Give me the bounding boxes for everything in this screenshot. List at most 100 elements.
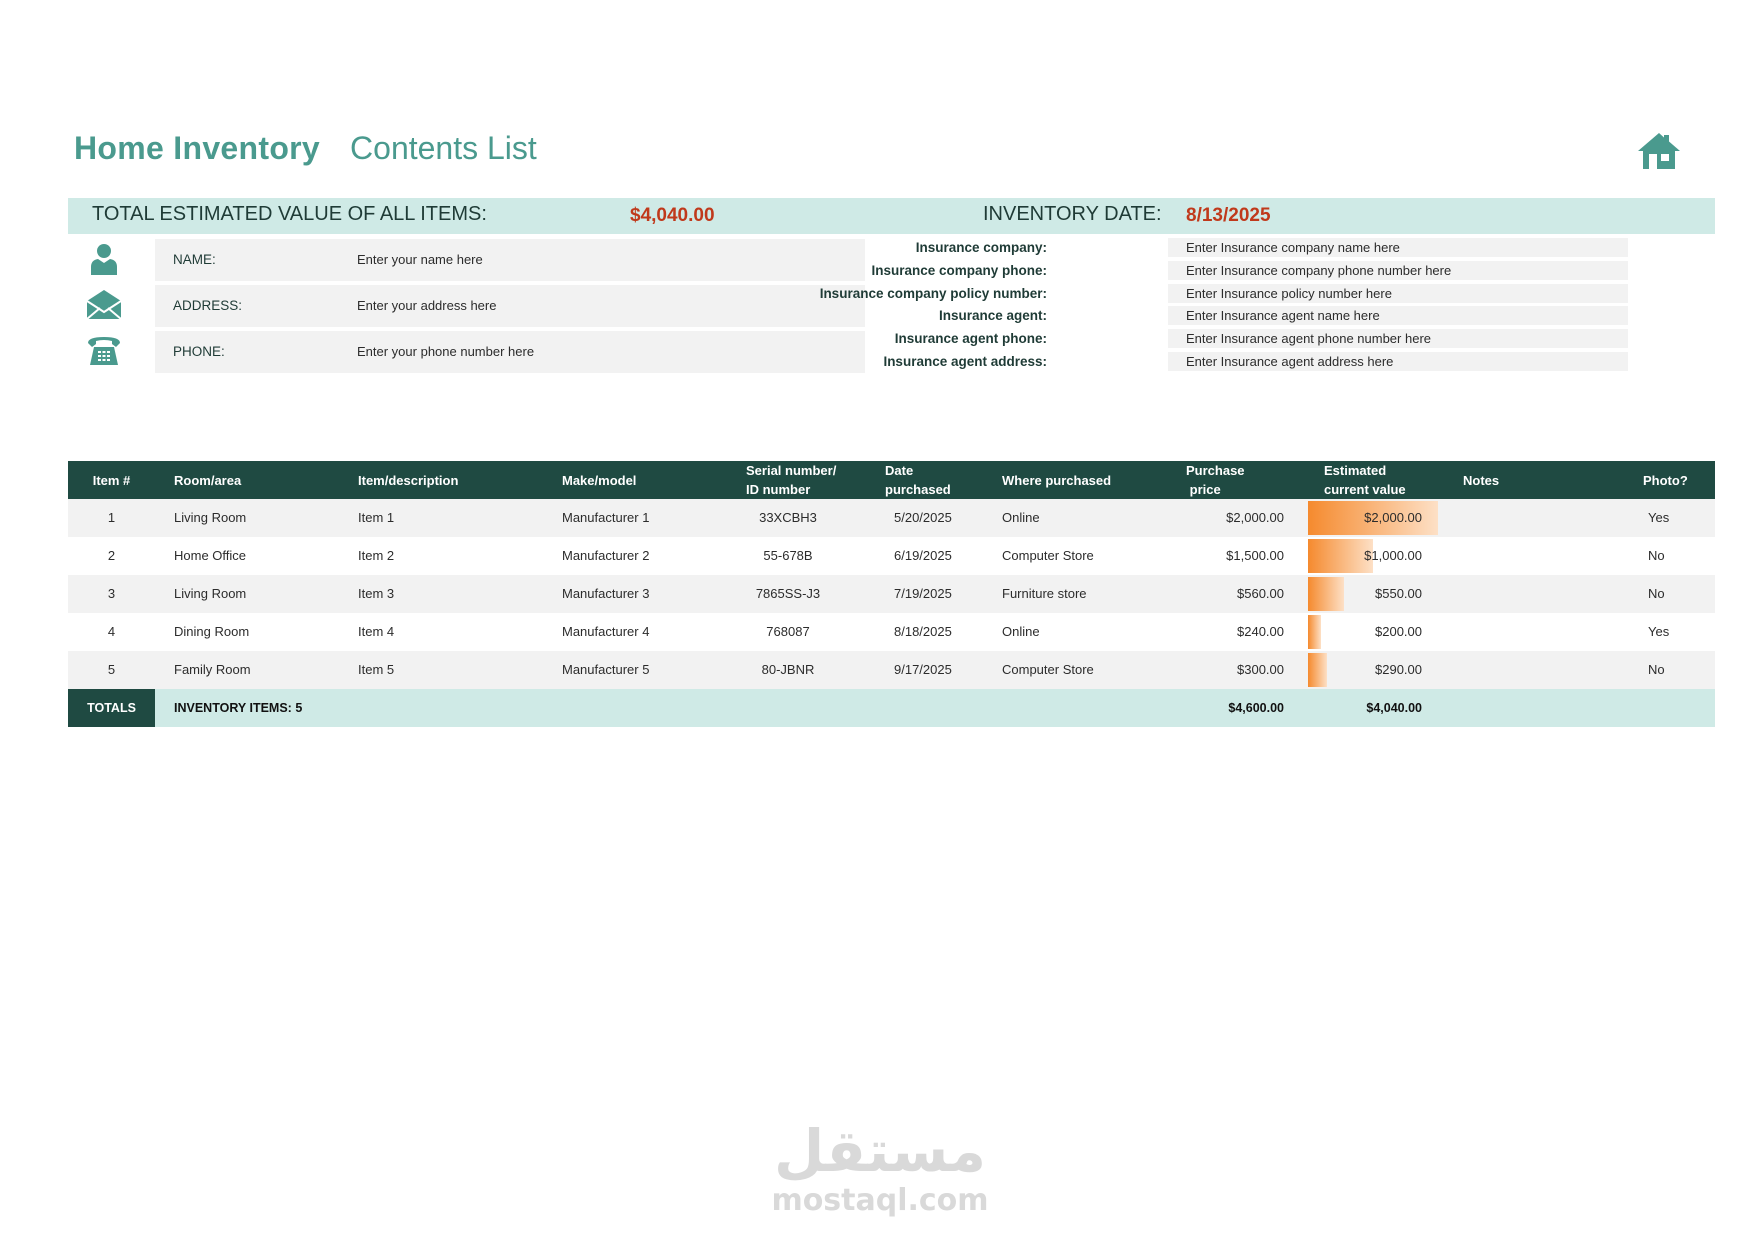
col-price[interactable]: Purchase price: [1186, 461, 1245, 499]
cell-description[interactable]: Item 3: [358, 586, 394, 601]
phone-field[interactable]: Enter your phone number here: [357, 344, 534, 359]
inventory-table: Item # Room/area Item/description Make/m…: [68, 461, 1715, 727]
table-row[interactable]: 4 Dining Room Item 4 Manufacturer 4 7680…: [68, 613, 1715, 651]
cell-serial[interactable]: 7865SS-J3: [728, 586, 848, 601]
person-icon: [91, 244, 117, 275]
table-row[interactable]: 3 Living Room Item 3 Manufacturer 3 7865…: [68, 575, 1715, 613]
cell-room[interactable]: Dining Room: [174, 624, 249, 639]
cell-date[interactable]: 7/19/2025: [894, 586, 952, 601]
col-make[interactable]: Make/model: [562, 471, 636, 490]
cell-make[interactable]: Manufacturer 4: [562, 624, 649, 639]
cell-serial[interactable]: 768087: [728, 624, 848, 639]
col-price-line1: Purchase: [1186, 463, 1245, 478]
insurance-policy-label: Insurance company policy number:: [819, 285, 1047, 301]
cell-make[interactable]: Manufacturer 2: [562, 548, 649, 563]
insurance-company-field[interactable]: Enter Insurance company name here: [1186, 240, 1400, 255]
cell-photo[interactable]: Yes: [1648, 510, 1669, 525]
insurance-policy-field[interactable]: Enter Insurance policy number here: [1186, 286, 1392, 301]
cell-where[interactable]: Computer Store: [1002, 548, 1094, 563]
insurance-agent-phone-field[interactable]: Enter Insurance agent phone number here: [1186, 331, 1431, 346]
cell-estimated[interactable]: $2,000.00: [1278, 510, 1422, 525]
col-date[interactable]: Date purchased: [885, 461, 951, 499]
insurance-row-agent-address: Insurance agent address: Enter Insurance…: [883, 351, 1630, 374]
cell-item[interactable]: 5: [68, 662, 155, 677]
total-purchase-price: $4,600.00: [1228, 701, 1284, 715]
cell-date[interactable]: 6/19/2025: [894, 548, 952, 563]
cell-room[interactable]: Family Room: [174, 662, 251, 677]
cell-estimated[interactable]: $550.00: [1278, 586, 1422, 601]
insurance-row-company: Insurance company: Enter Insurance compa…: [900, 237, 1630, 260]
cell-room[interactable]: Home Office: [174, 548, 246, 563]
contact-row-name: NAME: Enter your name here: [68, 237, 868, 283]
cell-where[interactable]: Computer Store: [1002, 662, 1094, 677]
total-value-label: TOTAL ESTIMATED VALUE OF ALL ITEMS:: [92, 203, 487, 225]
cell-description[interactable]: Item 4: [358, 624, 394, 639]
cell-description[interactable]: Item 5: [358, 662, 394, 677]
insurance-company-phone-field[interactable]: Enter Insurance company phone number her…: [1186, 263, 1451, 278]
cell-where[interactable]: Online: [1002, 624, 1040, 639]
cell-make[interactable]: Manufacturer 5: [562, 662, 649, 677]
table-row[interactable]: 2 Home Office Item 2 Manufacturer 2 55-6…: [68, 537, 1715, 575]
cell-where[interactable]: Online: [1002, 510, 1040, 525]
col-room[interactable]: Room/area: [174, 471, 241, 490]
cell-price[interactable]: $560.00: [1138, 586, 1284, 601]
col-where[interactable]: Where purchased: [1002, 471, 1111, 490]
cell-where[interactable]: Furniture store: [1002, 586, 1087, 601]
table-row[interactable]: 5 Family Room Item 5 Manufacturer 5 80-J…: [68, 651, 1715, 689]
table-header: Item # Room/area Item/description Make/m…: [68, 461, 1715, 499]
cell-price[interactable]: $240.00: [1138, 624, 1284, 639]
contact-section: NAME: Enter your name here ADDRESS: Ente…: [68, 237, 868, 375]
cell-photo[interactable]: Yes: [1648, 624, 1669, 639]
cell-serial[interactable]: 33XCBH3: [728, 510, 848, 525]
cell-item[interactable]: 4: [68, 624, 155, 639]
cell-room[interactable]: Living Room: [174, 510, 246, 525]
col-serial[interactable]: Serial number/ID number: [746, 461, 836, 499]
cell-estimated[interactable]: $290.00: [1278, 662, 1422, 677]
inventory-date-value[interactable]: 8/13/2025: [1186, 205, 1271, 227]
cell-description[interactable]: Item 2: [358, 548, 394, 563]
col-notes[interactable]: Notes: [1463, 471, 1499, 490]
cell-item[interactable]: 1: [68, 510, 155, 525]
insurance-section: Insurance company: Enter Insurance compa…: [820, 237, 1630, 374]
totals-label: TOTALS: [68, 689, 155, 727]
cell-price[interactable]: $2,000.00: [1138, 510, 1284, 525]
cell-item[interactable]: 2: [68, 548, 155, 563]
phone-field-box: PHONE: Enter your phone number here: [155, 331, 865, 373]
name-field[interactable]: Enter your name here: [357, 252, 483, 267]
cell-estimated[interactable]: $1,000.00: [1278, 548, 1422, 563]
insurance-company-phone-box: Enter Insurance company phone number her…: [1168, 260, 1628, 280]
cell-date[interactable]: 9/17/2025: [894, 662, 952, 677]
cell-photo[interactable]: No: [1648, 548, 1665, 563]
col-photo[interactable]: Photo?: [1643, 471, 1688, 490]
cell-item[interactable]: 3: [68, 586, 155, 601]
col-serial-line2: ID number: [746, 482, 811, 497]
cell-make[interactable]: Manufacturer 1: [562, 510, 649, 525]
table-row[interactable]: 1 Living Room Item 1 Manufacturer 1 33XC…: [68, 499, 1715, 537]
page-title: Home Inventory: [74, 130, 321, 166]
cell-price[interactable]: $1,500.00: [1138, 548, 1284, 563]
insurance-row-agent: Insurance agent: Enter Insurance agent n…: [900, 305, 1630, 328]
cell-serial[interactable]: 55-678B: [728, 548, 848, 563]
cell-photo[interactable]: No: [1648, 662, 1665, 677]
cell-serial[interactable]: 80-JBNR: [728, 662, 848, 677]
total-value[interactable]: $4,040.00: [630, 205, 715, 227]
col-description[interactable]: Item/description: [358, 471, 458, 490]
insurance-agent-phone-label: Insurance agent phone:: [894, 331, 1047, 347]
insurance-agent-label: Insurance agent:: [938, 308, 1047, 324]
col-item[interactable]: Item #: [68, 471, 155, 490]
cell-estimated[interactable]: $200.00: [1278, 624, 1422, 639]
envelope-icon: [86, 290, 122, 320]
cell-date[interactable]: 5/20/2025: [894, 510, 952, 525]
col-estimated[interactable]: Estimated current value: [1324, 461, 1406, 499]
insurance-agent-field[interactable]: Enter Insurance agent name here: [1186, 308, 1380, 323]
cell-price[interactable]: $300.00: [1138, 662, 1284, 677]
cell-room[interactable]: Living Room: [174, 586, 246, 601]
insurance-policy-box: Enter Insurance policy number here: [1168, 283, 1628, 303]
address-field[interactable]: Enter your address here: [357, 298, 496, 313]
cell-photo[interactable]: No: [1648, 586, 1665, 601]
cell-date[interactable]: 8/18/2025: [894, 624, 952, 639]
cell-make[interactable]: Manufacturer 3: [562, 586, 649, 601]
insurance-agent-address-field[interactable]: Enter Insurance agent address here: [1186, 354, 1393, 369]
cell-description[interactable]: Item 1: [358, 510, 394, 525]
watermark: مستقل mostaql.com: [770, 1118, 990, 1218]
